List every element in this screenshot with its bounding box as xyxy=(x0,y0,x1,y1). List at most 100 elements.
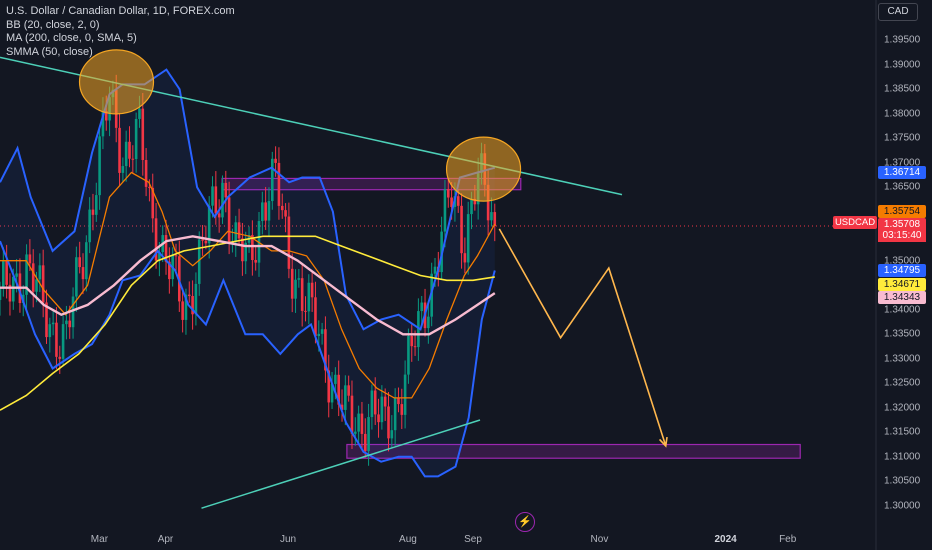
candle-body xyxy=(383,396,387,407)
candle-body xyxy=(254,260,257,263)
candle-body xyxy=(174,255,178,257)
candle-body xyxy=(211,186,214,206)
candle-body xyxy=(460,205,463,254)
candle-body xyxy=(403,374,407,415)
candle-body xyxy=(363,433,367,451)
price-tag: 1.35754 xyxy=(878,204,926,218)
candle-body xyxy=(181,301,184,320)
candle-body xyxy=(141,108,145,160)
price-tick-label: 1.39500 xyxy=(884,34,921,46)
candle-body xyxy=(433,266,437,274)
chart-title[interactable]: U.S. Dollar / Canadian Dollar, 1D, FOREX… xyxy=(6,5,235,19)
highlight-circle xyxy=(445,136,522,202)
indicator-ma[interactable]: MA (200, close, 0, SMA, 5) xyxy=(6,32,235,46)
price-tick-label: 1.31000 xyxy=(884,451,921,463)
candle-body xyxy=(48,324,52,338)
candle-body xyxy=(85,242,88,280)
candle-body xyxy=(118,127,121,173)
candle-body xyxy=(0,287,2,300)
time-tick-label: Sep xyxy=(464,534,482,545)
time-tick-label: Jun xyxy=(279,534,297,545)
highlight-circle xyxy=(78,49,155,115)
candle-body xyxy=(427,316,430,329)
candle-body xyxy=(35,279,38,292)
candle-body xyxy=(373,390,377,415)
candle-body xyxy=(55,322,58,357)
symbol-tag: USDCAD xyxy=(833,216,877,229)
price-tag: 1.34671 xyxy=(878,277,926,291)
price-chart[interactable] xyxy=(0,0,932,550)
candle-body xyxy=(78,257,81,268)
candle-body xyxy=(194,283,198,315)
candle-body xyxy=(294,279,297,299)
candle-body xyxy=(297,278,301,280)
price-tag: 1.34795 xyxy=(878,263,926,277)
bar-countdown: 03:15:40 xyxy=(878,229,926,242)
candle-body xyxy=(307,282,311,312)
indicator-smma[interactable]: SMMA (50, close) xyxy=(6,46,235,60)
candle-body xyxy=(267,201,271,221)
candle-body xyxy=(310,282,314,298)
candle-body xyxy=(138,108,141,119)
price-tick-label: 1.34000 xyxy=(884,304,921,316)
candle-body xyxy=(2,260,5,288)
candle-body xyxy=(207,205,211,244)
candle-body xyxy=(51,322,55,325)
candle-body xyxy=(28,254,32,264)
candle-body xyxy=(75,257,78,297)
candle-body xyxy=(446,189,450,198)
candle-body xyxy=(470,198,473,215)
candle-body xyxy=(91,209,95,215)
price-tick-label: 1.39000 xyxy=(884,59,921,71)
candle-body xyxy=(121,166,125,173)
candle-body xyxy=(443,189,447,232)
candle-body xyxy=(61,324,65,359)
candle-body xyxy=(354,431,357,434)
currency-button[interactable]: CAD xyxy=(878,3,918,21)
price-tick-label: 1.30000 xyxy=(884,500,921,512)
candle-body xyxy=(41,265,45,303)
candle-body xyxy=(304,310,307,312)
candle-body xyxy=(317,333,321,337)
candle-body xyxy=(124,141,128,167)
candle-body xyxy=(320,329,324,334)
candle-body xyxy=(314,297,317,337)
candle-body xyxy=(11,276,15,302)
candle-body xyxy=(144,159,148,187)
time-tick-label: Mar xyxy=(90,534,109,545)
candle-body xyxy=(357,413,360,432)
candle-body xyxy=(128,141,131,159)
candle-body xyxy=(261,202,264,222)
price-tick-label: 1.33000 xyxy=(884,353,921,365)
candle-body xyxy=(131,158,135,160)
price-tag: 1.34343 xyxy=(878,290,926,304)
bollinger-band-layer xyxy=(0,69,495,477)
time-tick-label: Aug xyxy=(399,534,417,545)
projection-path xyxy=(498,228,667,447)
price-tick-label: 1.30500 xyxy=(884,475,921,487)
candle-body xyxy=(456,196,460,206)
indicator-bb[interactable]: BB (20, close, 2, 0) xyxy=(6,19,235,33)
candle-body xyxy=(15,273,18,277)
lightning-icon[interactable]: ⚡ xyxy=(515,512,535,532)
candle-body xyxy=(94,195,98,215)
candle-body xyxy=(463,253,467,263)
price-tick-label: 1.33500 xyxy=(884,328,921,340)
candle-body xyxy=(290,268,294,299)
price-tick-label: 1.36500 xyxy=(884,181,921,193)
candle-body xyxy=(227,197,231,242)
candle-body xyxy=(377,414,380,423)
candle-body xyxy=(214,186,218,214)
candle-body xyxy=(493,212,497,227)
candle-body xyxy=(81,267,85,280)
candle-body xyxy=(88,209,91,243)
candle-body xyxy=(270,158,274,202)
candle-body xyxy=(221,182,224,218)
candle-body xyxy=(241,238,244,262)
candle-body xyxy=(397,397,400,405)
candle-body xyxy=(287,216,291,269)
candle-body xyxy=(393,397,397,431)
candle-body xyxy=(300,278,304,311)
candle-body xyxy=(490,212,493,221)
candle-body xyxy=(217,213,221,218)
